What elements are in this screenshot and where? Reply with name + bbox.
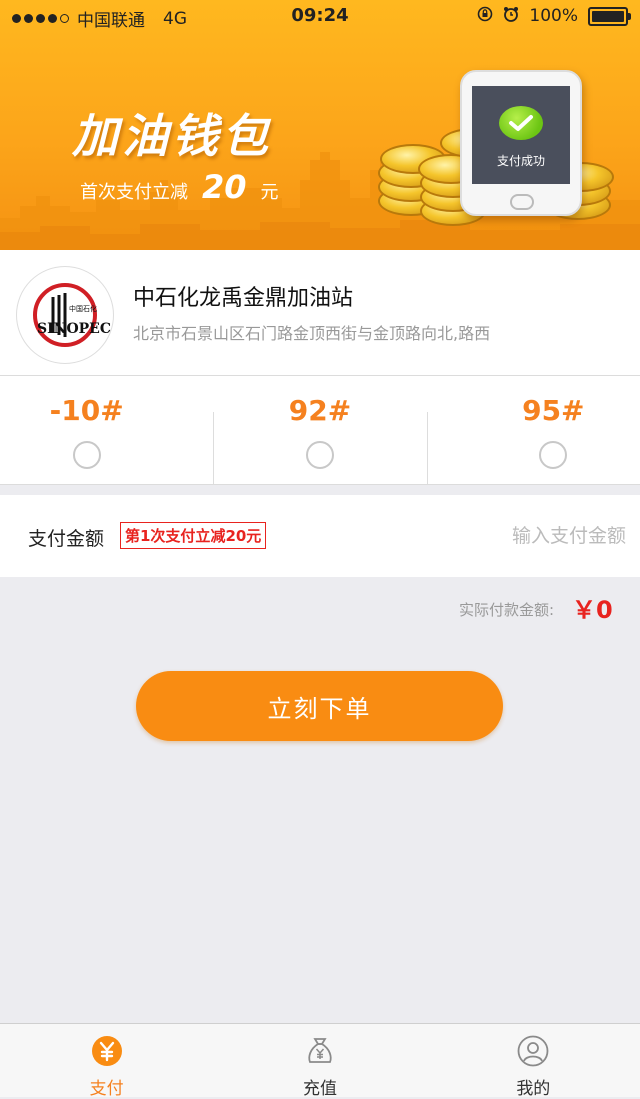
banner-currency-unit: 元 — [260, 182, 279, 203]
yuan-coin-icon — [91, 1035, 123, 1067]
tab-label: 支付 — [89, 1079, 124, 1099]
promo-banner[interactable]: 中国联通 4G 09:24 100% 加油钱包 首次支付立减 20 元 支付成功 — [0, 0, 640, 250]
fuel-radio[interactable] — [72, 441, 101, 469]
payment-success-text: 支付成功 — [496, 154, 545, 168]
tab-mine[interactable]: 我的 — [427, 1024, 640, 1099]
fuel-radio[interactable] — [305, 441, 334, 469]
tab-recharge[interactable]: 充值 — [213, 1024, 426, 1099]
station-card[interactable]: 中国石化 SINOPEC 中石化龙禹金鼎加油站 北京市石景山区石门路金顶西街与金… — [0, 250, 640, 376]
checkmark-icon — [499, 106, 543, 140]
actual-payment-row: 实际付款金额: ￥0 — [459, 590, 632, 625]
first-payment-discount-badge: 第1次支付立减20元 — [120, 522, 267, 549]
fuel-type-selector: -10# 92# 95# — [0, 376, 640, 485]
place-order-button[interactable]: 立刻下单 — [136, 671, 503, 741]
svg-text:中国石化: 中国石化 — [69, 304, 97, 313]
banner-title: 加油钱包 — [72, 109, 272, 163]
actual-payment-value: ￥0 — [572, 596, 613, 624]
rotation-lock-icon — [477, 6, 493, 26]
fuel-option-label: 95# — [522, 394, 585, 427]
fuel-option-92[interactable]: 92# — [213, 376, 426, 484]
fuel-option-label: -10# — [49, 394, 124, 427]
fuel-radio[interactable] — [539, 441, 568, 469]
banner-subtitle: 首次支付立减 20 元 — [80, 168, 279, 206]
actual-payment-label: 实际付款金额: — [458, 601, 554, 619]
payment-amount-row: 支付金额 — [0, 495, 640, 577]
payment-amount-input[interactable] — [404, 517, 628, 555]
status-bar: 中国联通 4G 09:24 100% — [0, 0, 640, 32]
fuel-option-95[interactable]: 95# — [426, 376, 640, 484]
banner-subtitle-text: 首次支付立减 — [80, 182, 188, 203]
phone-graphic: 支付成功 — [460, 70, 582, 216]
sinopec-logo: 中国石化 SINOPEC — [16, 266, 114, 364]
fuel-option-label: 92# — [288, 394, 352, 427]
tab-label: 我的 — [516, 1079, 551, 1099]
sinopec-logo-text: SINOPEC — [37, 321, 111, 337]
tab-pay[interactable]: 支付 — [0, 1024, 213, 1099]
banner-discount-amount: 20 — [202, 168, 247, 206]
station-address: 北京市石景山区石门路金顶西街与金顶路向北,路西 — [133, 324, 491, 343]
payment-amount-label: 支付金额 — [28, 528, 105, 550]
battery-percent: 100% — [529, 6, 578, 26]
fuel-option-minus10[interactable]: -10# — [0, 376, 213, 484]
tab-label: 充值 — [302, 1079, 337, 1099]
station-name: 中石化龙禹金鼎加油站 — [133, 286, 354, 311]
money-bag-icon — [304, 1035, 336, 1067]
alarm-icon — [503, 6, 519, 26]
bottom-tab-bar: 支付 充值 我的 — [0, 1023, 640, 1099]
user-profile-icon — [517, 1035, 549, 1067]
battery-icon — [588, 6, 631, 26]
